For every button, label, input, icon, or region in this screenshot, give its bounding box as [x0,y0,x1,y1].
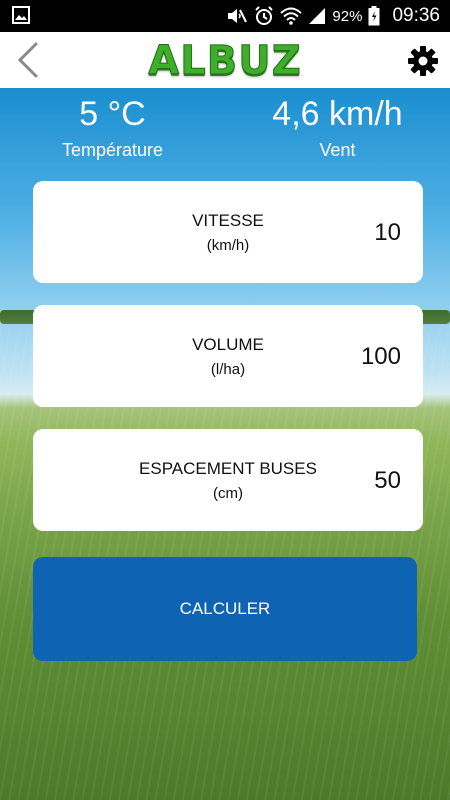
albuz-logo: ALBUZ [148,38,302,85]
wind-label: Vent [319,140,356,160]
gallery-icon [12,6,30,24]
speed-label: VITESSE [192,211,264,230]
nozzle-spacing-unit: (cm) [213,485,243,502]
volume-input-card[interactable]: VOLUME (l/ha) 100 [33,305,423,407]
nozzle-spacing-label: ESPACEMENT BUSES [139,459,317,478]
alarm-icon [255,6,274,25]
battery-percent: 92% [332,7,363,25]
battery-icon [368,6,380,26]
nozzle-spacing-value[interactable]: 50 [374,467,401,495]
speed-value[interactable]: 10 [374,219,401,247]
mute-icon [228,9,248,23]
temperature-value: 5 °C [79,95,146,133]
settings-button[interactable] [406,44,440,78]
volume-value[interactable]: 100 [361,343,401,371]
field-background: 5 °C Température 4,6 km/h Vent VITESSE (… [0,88,450,800]
speed-input-card[interactable]: VITESSE (km/h) 10 [33,181,423,283]
status-time: 09:36 [392,5,440,26]
temperature-label: Température [61,140,164,160]
status-bar: 92% 09:36 [0,0,450,32]
speed-unit: (km/h) [206,237,250,254]
nozzle-spacing-input-card[interactable]: ESPACEMENT BUSES (cm) 50 [33,429,423,531]
temperature-block: 5 °C Température [0,94,225,161]
calculate-button[interactable]: CALCULER [33,557,417,661]
wind-value: 4,6 km/h [272,95,403,133]
signal-icon [309,8,326,24]
wind-block: 4,6 km/h Vent [225,94,450,161]
gear-icon [408,46,438,76]
wifi-icon [280,7,303,25]
weather-panel: 5 °C Température 4,6 km/h Vent [0,88,450,168]
app-header: ALBUZ [0,32,450,88]
